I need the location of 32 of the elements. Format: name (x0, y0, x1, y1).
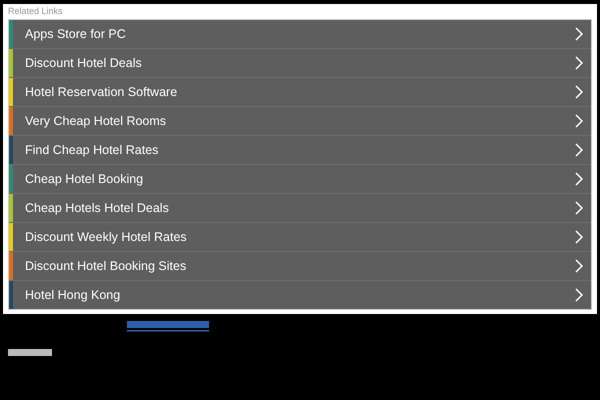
chevron-icon (575, 27, 583, 41)
link-label: Find Cheap Hotel Rates (24, 143, 160, 157)
link-label: Cheap Hotels Hotel Deals (24, 201, 170, 215)
related-link[interactable]: Discount Weekly Hotel Rates (9, 223, 591, 252)
link-label: Apps Store for PC (24, 27, 127, 41)
related-link[interactable]: Hotel Reservation Software (9, 78, 591, 107)
chevron-icon (575, 143, 583, 157)
link-label: Discount Hotel Deals (24, 56, 143, 70)
link-label: Hotel Reservation Software (24, 85, 178, 99)
link-label: Hotel Hong Kong (24, 288, 122, 302)
blurred-text-drawing (8, 348, 52, 358)
chevron-icon (575, 288, 583, 302)
chevron-icon (575, 172, 583, 186)
chevron-icon (575, 114, 583, 128)
related-link[interactable]: Discount Hotel Booking Sites (9, 252, 591, 281)
related-link[interactable]: Discount Hotel Deals (9, 49, 591, 78)
chevron-icon (575, 85, 583, 99)
related-link[interactable]: Cheap Hotel Booking (9, 165, 591, 194)
section-title: Related Links (8, 6, 64, 18)
related-link[interactable]: Find Cheap Hotel Rates (9, 136, 591, 165)
related-link[interactable]: Cheap Hotels Hotel Deals (9, 194, 591, 223)
link-label: Very Cheap Hotel Rooms (24, 114, 168, 128)
chevron-icon (575, 56, 583, 70)
link-label: Discount Hotel Booking Sites (24, 259, 188, 273)
chevron-icon (575, 201, 583, 215)
link-label: Discount Weekly Hotel Rates (24, 230, 188, 244)
related-link[interactable]: Hotel Hong Kong (9, 281, 591, 309)
chevron-icon (575, 230, 583, 244)
chevron-icon (575, 259, 583, 273)
link-label: Cheap Hotel Booking (24, 172, 144, 186)
related-link[interactable]: Very Cheap Hotel Rooms (9, 107, 591, 136)
related-link[interactable]: Apps Store for PC (9, 20, 591, 49)
